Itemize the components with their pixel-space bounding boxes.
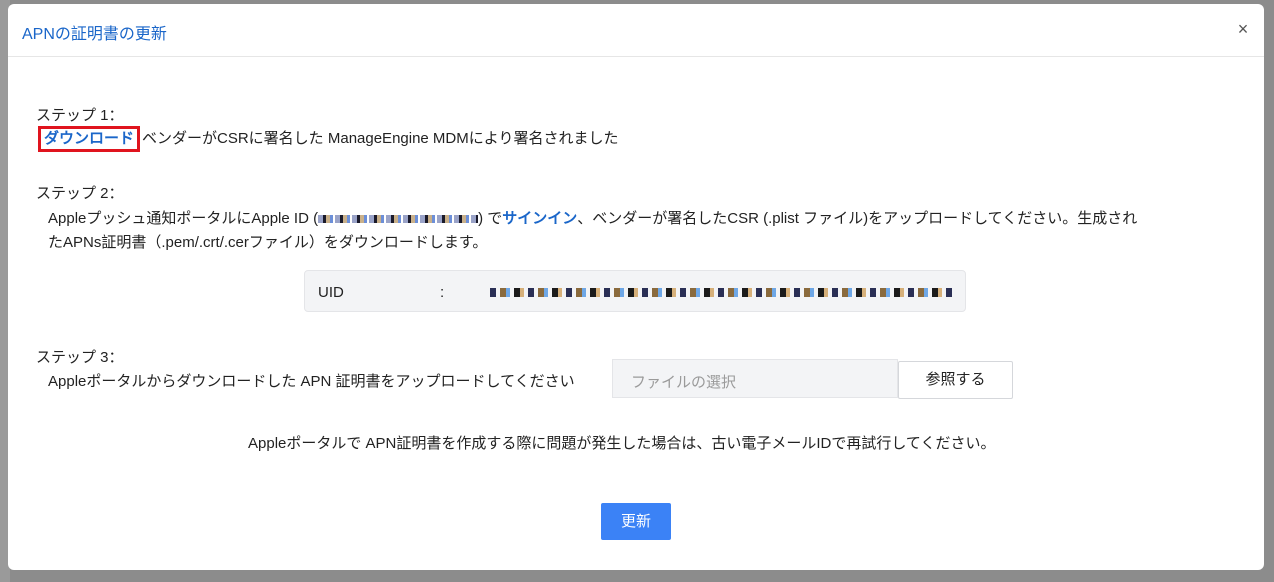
step2-text-after-id: ) で	[478, 210, 503, 227]
dialog-header: APNの証明書の更新 ×	[8, 4, 1264, 57]
update-button[interactable]: 更新	[601, 503, 671, 540]
uid-label: UID	[318, 284, 344, 301]
step2-text-line2: たAPNs証明書（.pem/.crt/.cerファイル）をダウンロードします。	[48, 234, 488, 251]
step2-text-before: Appleプッシュ通知ポータルにApple ID (	[48, 210, 319, 227]
download-link[interactable]: ダウンロード	[38, 126, 141, 152]
browse-button[interactable]: 参照する	[898, 361, 1013, 399]
step3-text: Appleポータルからダウンロードした APN 証明書をアップロードしてください	[48, 373, 575, 390]
step1-text: ダウンロード ベンダーがCSRに署名した ManageEngine MDMにより署…	[38, 126, 618, 152]
uid-separator: :	[440, 284, 445, 301]
dialog-title: APNの証明書の更新	[22, 26, 167, 43]
step1-description: ベンダーがCSRに署名した ManageEngine MDMにより署名されました	[142, 130, 619, 147]
step1-label: ステップ 1：	[36, 107, 124, 124]
renew-apn-certificate-dialog: APNの証明書の更新 × ステップ 1： ダウンロード ベンダーがCSRに署名した…	[8, 4, 1264, 570]
uid-field: UID :	[304, 270, 966, 312]
redacted-apple-id	[318, 215, 479, 224]
signin-link[interactable]: サインイン	[502, 210, 577, 227]
retry-note: Appleポータルで APN証明書を作成する際に問題が発生した場合は、古い電子メ…	[248, 435, 996, 452]
step3-label: ステップ 3：	[36, 349, 124, 366]
redacted-uid-value	[490, 288, 956, 297]
step2-text-rest: 、ベンダーが署名したCSR (.plist ファイル)をアップロードしてください…	[577, 210, 1138, 227]
close-icon[interactable]: ×	[1232, 18, 1254, 40]
step2-text-line1: Appleプッシュ通知ポータルにApple ID ( ) でサインイン、ベンダーが…	[48, 207, 1137, 228]
step2-label: ステップ 2：	[36, 185, 124, 202]
file-select-input[interactable]: ファイルの選択	[612, 359, 898, 398]
